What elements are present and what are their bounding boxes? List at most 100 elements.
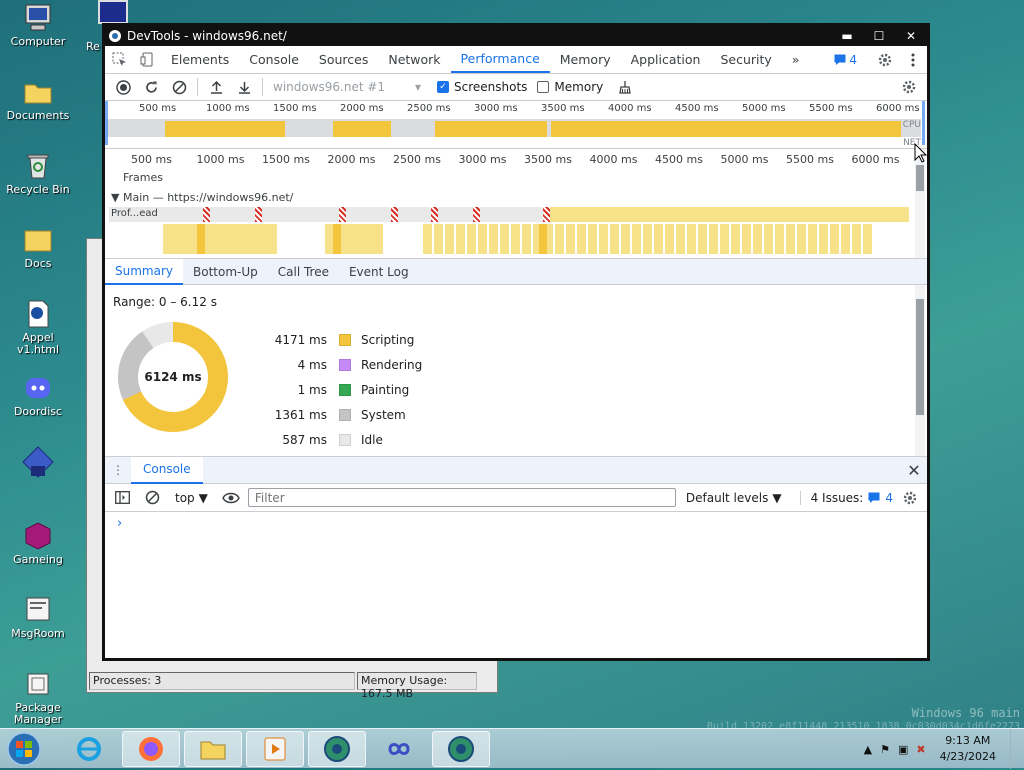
tab-drawer-console[interactable]: Console — [131, 456, 203, 484]
taskbar-devtools[interactable] — [432, 731, 490, 767]
memory-checkbox[interactable]: Memory — [537, 80, 603, 94]
save-profile-button[interactable] — [230, 75, 258, 99]
desktop-icon-recycle-bin[interactable]: Recycle Bin — [2, 150, 74, 196]
close-button[interactable]: ✕ — [895, 27, 927, 45]
tab-memory[interactable]: Memory — [550, 46, 621, 73]
timeline-flamechart[interactable]: 500 ms 1000 ms 1500 ms 2000 ms 2500 ms 3000 m… — [105, 149, 927, 259]
minimize-button[interactable]: ▬ — [831, 27, 863, 45]
tab-summary[interactable]: Summary — [105, 258, 183, 285]
desktop-icon-appel[interactable]: Appel v1.html — [2, 298, 74, 356]
taskbar-infinity-app[interactable] — [370, 731, 428, 767]
long-task-marker[interactable] — [255, 207, 262, 222]
legend-label: Idle — [361, 432, 383, 447]
session-select[interactable]: windows96.net #1 ▾ — [267, 80, 427, 94]
timeline-scroll-thumb[interactable] — [916, 165, 924, 191]
system-tray: ▲ ⚑ ▣ ✖ 9:13 AM 4/23/2024 — [864, 729, 1020, 769]
tab-event-log[interactable]: Event Log — [339, 259, 419, 285]
clear-console-icon[interactable] — [139, 486, 165, 510]
main-thread-label[interactable]: ▼ Main — https://windows96.net/ — [111, 191, 293, 204]
load-profile-button[interactable] — [202, 75, 230, 99]
capture-settings-gear-icon[interactable] — [895, 75, 923, 99]
background-window-icon[interactable] — [98, 0, 128, 24]
main-thread-track[interactable]: Prof...ead — [109, 207, 909, 222]
tab-call-tree[interactable]: Call Tree — [268, 259, 339, 285]
network-icon[interactable]: ▣ — [898, 743, 908, 756]
clear-button[interactable] — [165, 75, 193, 99]
overview-tick-label: 1000 ms — [206, 103, 250, 114]
flame-block[interactable] — [333, 224, 341, 254]
timeline-scrollbar[interactable] — [915, 149, 925, 258]
show-desktop-button[interactable] — [1010, 729, 1020, 769]
console-sidebar-icon[interactable] — [109, 486, 135, 510]
long-task-marker[interactable] — [203, 207, 210, 222]
start-button[interactable] — [6, 731, 46, 767]
desktop-icon-doordisc[interactable]: Doordisc — [2, 372, 74, 418]
log-levels-dropdown[interactable]: Default levels ▼ — [686, 491, 782, 505]
device-toolbar-icon[interactable] — [133, 46, 161, 73]
taskbar-internet-explorer[interactable] — [60, 731, 118, 767]
desktop-icon-gameing[interactable]: Gameing — [2, 520, 74, 566]
settings-gear-icon[interactable] — [871, 52, 899, 68]
overview-right-handle[interactable] — [922, 101, 925, 145]
tab-network[interactable]: Network — [378, 46, 450, 73]
console-prompt[interactable]: › — [105, 512, 927, 535]
legend-swatch — [339, 408, 351, 421]
reload-record-button[interactable] — [137, 75, 165, 99]
taskbar-media-player[interactable] — [246, 731, 304, 767]
devtools-window[interactable]: DevTools - windows96.net/ ▬ ☐ ✕ Elements… — [102, 23, 930, 661]
tab-console[interactable]: Console — [239, 46, 309, 73]
upload-icon — [210, 80, 222, 94]
desktop-icon-documents[interactable]: Documents — [2, 76, 74, 122]
taskbar-globe-app[interactable] — [308, 731, 366, 767]
record-button[interactable] — [109, 75, 137, 99]
flame-block[interactable] — [539, 224, 547, 254]
screenshots-checkbox[interactable]: ✓ Screenshots — [437, 80, 527, 94]
inspect-element-icon[interactable] — [105, 46, 133, 73]
long-task-marker[interactable] — [391, 207, 398, 222]
desktop-icon-fjs[interactable] — [2, 446, 74, 480]
more-tabs-button[interactable]: » — [782, 46, 810, 73]
flame-block[interactable] — [163, 224, 277, 254]
summary-scrollbar[interactable] — [915, 285, 925, 456]
volume-muted-icon[interactable]: ✖ — [916, 743, 925, 756]
desktop-icon-msgroom[interactable]: MsgRoom — [2, 594, 74, 640]
tab-elements[interactable]: Elements — [161, 46, 239, 73]
tab-application[interactable]: Application — [621, 46, 711, 73]
tab-sources[interactable]: Sources — [309, 46, 378, 73]
issues-badge[interactable]: 4 — [834, 53, 857, 67]
long-task-marker[interactable] — [543, 207, 550, 222]
clock[interactable]: 9:13 AM 4/23/2024 — [934, 733, 1002, 765]
close-drawer-icon[interactable]: ✕ — [901, 461, 927, 480]
flame-block[interactable] — [197, 224, 205, 254]
tray-expand-icon[interactable]: ▲ — [864, 743, 872, 756]
task-block[interactable] — [549, 207, 909, 222]
desktop-icon-docs[interactable]: Docs — [2, 224, 74, 270]
collect-garbage-button[interactable] — [611, 75, 639, 99]
frames-track-label[interactable]: Frames — [123, 171, 163, 184]
taskbar-firefox[interactable] — [122, 731, 180, 767]
console-issues-button[interactable]: 4 Issues: 4 — [799, 490, 893, 505]
kebab-menu-icon[interactable] — [899, 53, 927, 67]
live-expression-eye-icon[interactable] — [218, 486, 244, 510]
console-settings-gear-icon[interactable] — [897, 486, 923, 510]
taskbar-file-explorer[interactable] — [184, 731, 242, 767]
legend-row: 587 ms Idle — [265, 427, 422, 452]
devtools-titlebar[interactable]: DevTools - windows96.net/ ▬ ☐ ✕ — [105, 26, 927, 46]
flag-icon[interactable]: ⚑ — [880, 743, 890, 756]
overview-left-handle[interactable] — [105, 101, 108, 145]
tab-security[interactable]: Security — [710, 46, 781, 73]
console-filter-input[interactable] — [247, 488, 676, 507]
maximize-button[interactable]: ☐ — [863, 27, 895, 45]
desktop-icon-computer[interactable]: Computer — [2, 2, 74, 48]
long-task-marker[interactable] — [339, 207, 346, 222]
long-task-marker[interactable] — [431, 207, 438, 222]
drawer-menu-icon[interactable]: ⋮ — [105, 463, 131, 477]
timeline-overview[interactable]: 500 ms 1000 ms 1500 ms 2000 ms 2500 ms 3000 m… — [105, 101, 927, 149]
flame-block[interactable] — [423, 224, 873, 254]
summary-scroll-thumb[interactable] — [916, 299, 924, 415]
tab-performance[interactable]: Performance — [450, 46, 550, 73]
desktop-icon-package-manager[interactable]: Package Manager — [2, 668, 74, 726]
long-task-marker[interactable] — [473, 207, 480, 222]
tab-bottom-up[interactable]: Bottom-Up — [183, 259, 268, 285]
context-selector[interactable]: top ▼ — [169, 491, 214, 505]
